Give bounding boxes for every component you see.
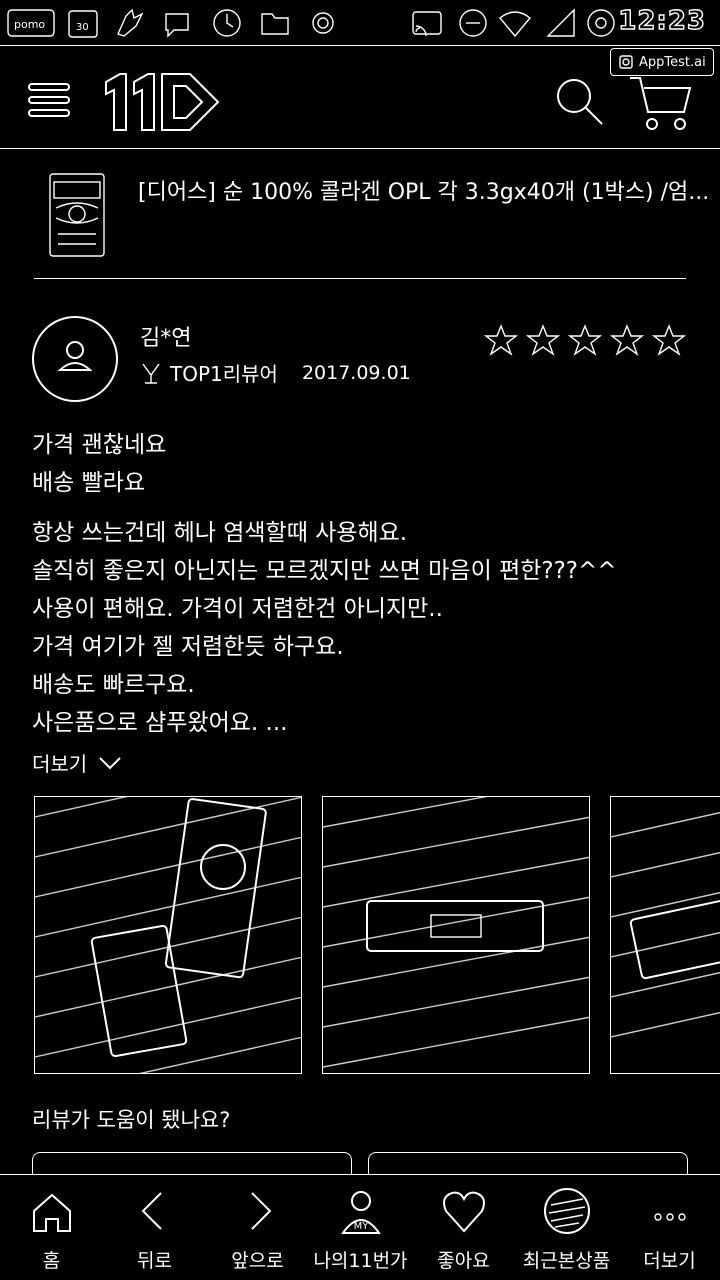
- review-line: 배송 빨라요: [32, 470, 146, 496]
- cart-icon[interactable]: [626, 72, 696, 132]
- photo-image: [323, 797, 589, 1068]
- nav-item-more[interactable]: 더보기: [618, 1175, 720, 1280]
- more-icon: [653, 1213, 686, 1221]
- review-line: 배송도 빠르구요.: [32, 672, 195, 698]
- star-icon: [610, 324, 644, 356]
- more-label: 더보기: [32, 752, 88, 776]
- my-icon: MY: [340, 1191, 381, 1234]
- circle-icon: [312, 12, 334, 34]
- folder-icon: [261, 13, 289, 35]
- review-line: 사은품으로 샴푸왔어요. ...: [32, 710, 288, 736]
- review-photo[interactable]: [610, 796, 720, 1074]
- reviewer-badge: TOP1리뷰어: [170, 362, 278, 386]
- nav-label: 좋아요: [437, 1250, 490, 1272]
- star-rating: [484, 324, 686, 356]
- nav-label: 나의11번가: [313, 1250, 408, 1272]
- alarm-icon: [587, 9, 615, 37]
- more-link[interactable]: 더보기: [32, 748, 123, 777]
- recent-product-icon: [543, 1188, 590, 1234]
- badge-icon: [142, 363, 160, 384]
- my-icon-text: MY: [353, 1221, 369, 1232]
- wifi-icon: [499, 11, 531, 38]
- menu-icon[interactable]: [26, 80, 72, 120]
- photo-image: [35, 797, 301, 1073]
- star-icon: [568, 324, 602, 356]
- minus-circle-icon: [459, 9, 487, 37]
- star-icon: [652, 324, 686, 356]
- nav-item-my[interactable]: MY 나의11번가: [309, 1175, 412, 1280]
- status-time: 12:23: [618, 5, 706, 36]
- nav-label: 뒤로: [137, 1250, 172, 1272]
- helpful-question: 리뷰가 도움이 됐나요?: [32, 1108, 231, 1132]
- signal-icon: [546, 8, 575, 37]
- nav-item-home[interactable]: 홈: [0, 1175, 103, 1280]
- review-header: 김*연 TOP1리뷰어 2017.09.01: [0, 312, 720, 402]
- calendar-icon: 30: [68, 10, 98, 38]
- heart-icon: [442, 1191, 485, 1233]
- logo-mark: [105, 73, 220, 131]
- nav-label: 홈: [42, 1250, 61, 1272]
- photo-image: [611, 811, 720, 1038]
- avatar-icon: [32, 316, 118, 402]
- bird-icon: [117, 8, 144, 37]
- status-bar: pomo 30 12:23: [0, 0, 720, 46]
- header-divider: [0, 148, 720, 149]
- review-line: 항상 쓰는건데 헤나 염색할때 사용해요.: [32, 520, 408, 546]
- chevron-down-icon: [99, 756, 121, 769]
- reviewer-name: 김*연: [140, 326, 192, 351]
- eleven-street-logo[interactable]: [100, 66, 224, 136]
- review-photo[interactable]: [34, 796, 302, 1074]
- app-header: [0, 60, 720, 140]
- product-divider: [34, 278, 686, 279]
- star-icon: [526, 324, 560, 356]
- review-line: 가격 괜찮네요: [32, 432, 167, 458]
- review-line: 가격 여기가 젤 저렴한듯 하구요.: [32, 634, 344, 660]
- nav-item-heart[interactable]: 좋아요: [412, 1175, 515, 1280]
- pomo-icon: pomo: [7, 9, 55, 37]
- nav-item-forward[interactable]: 앞으로: [206, 1175, 309, 1280]
- svg-text:30: 30: [76, 22, 89, 33]
- clock-icon: [213, 9, 241, 37]
- review-photo[interactable]: [322, 796, 590, 1074]
- product-summary[interactable]: [디어스] 순 100% 콜라겐 OPL 각 3.3gx40개 (1박스) /엄…: [0, 162, 720, 266]
- nav-label: 최근본상품: [522, 1250, 611, 1272]
- review-body: 가격 괜찮네요배송 빨라요항상 쓰는건데 헤나 염색할때 사용해요. 솔직히 좋은…: [32, 426, 702, 742]
- bottom-nav: 홈 뒤로 앞으로 MY 나의11번가 좋아요 최근본상품 더보기: [0, 1174, 720, 1280]
- product-thumbnail: [49, 173, 105, 257]
- cast-icon: [412, 11, 442, 37]
- review-line: 솔직히 좋은지 아닌지는 모르겠지만 쓰면 마음이 편한???^^: [32, 558, 617, 584]
- svg-text:pomo: pomo: [14, 18, 45, 31]
- reviewer-badge-row: TOP1리뷰어 2017.09.01: [140, 358, 411, 387]
- nav-item-recent-product[interactable]: 최근본상품: [515, 1175, 618, 1280]
- home-icon: [32, 1193, 71, 1232]
- search-icon[interactable]: [552, 74, 608, 130]
- nav-label: 앞으로: [231, 1250, 284, 1272]
- nav-item-back[interactable]: 뒤로: [103, 1175, 206, 1280]
- review-date: 2017.09.01: [301, 361, 411, 384]
- back-icon: [141, 1192, 162, 1230]
- star-icon: [484, 324, 518, 356]
- forward-icon: [250, 1192, 271, 1230]
- nav-label: 더보기: [643, 1250, 696, 1272]
- review-photos: [34, 796, 720, 1074]
- chat-icon: [165, 13, 189, 38]
- product-title: [디어스] 순 100% 콜라겐 OPL 각 3.3gx40개 (1박스) /엄…: [138, 180, 710, 205]
- review-line: 사용이 편해요. 가격이 저렴한건 아니지만..: [32, 596, 443, 622]
